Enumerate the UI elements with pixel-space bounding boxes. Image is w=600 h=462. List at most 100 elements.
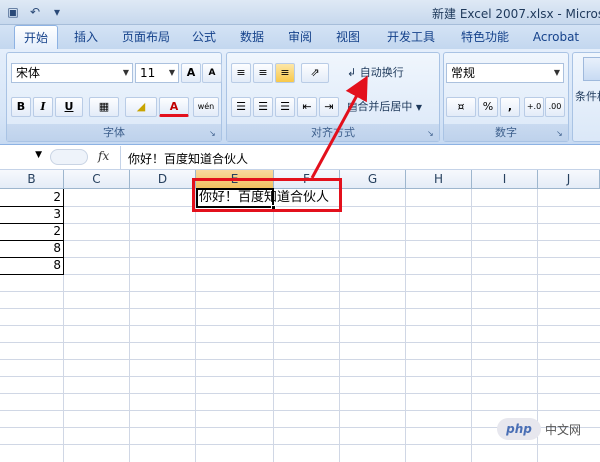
column-header-b[interactable]: B xyxy=(0,170,64,189)
column-header-j[interactable]: J xyxy=(538,170,600,189)
chevron-down-icon: ▼ xyxy=(122,68,129,77)
align-middle-icon[interactable]: ≡ xyxy=(253,63,273,83)
column-header-h[interactable]: H xyxy=(406,170,472,189)
align-left-icon[interactable]: ☰ xyxy=(231,97,251,117)
formula-bar: ▼ fx 你好！百度知道合伙人 xyxy=(0,146,600,170)
dialog-launcher-icon[interactable]: ↘ xyxy=(556,129,566,139)
font-size-value: 11 xyxy=(140,66,156,80)
grow-font-button[interactable]: A xyxy=(181,63,201,83)
chevron-down-icon: ▼ xyxy=(168,68,175,77)
currency-button[interactable]: ¤ xyxy=(446,97,476,117)
conditional-format-icon xyxy=(583,57,600,81)
fill-color-button[interactable]: ◢ xyxy=(125,97,157,117)
font-group-label: 字体 xyxy=(7,124,221,141)
column-header-c[interactable]: C xyxy=(64,170,130,189)
conditional-format-button[interactable]: 条件格 xyxy=(575,87,600,107)
column-header-d[interactable]: D xyxy=(130,170,196,189)
alignment-group-label: 对齐方式 xyxy=(227,124,439,141)
cell-b4[interactable]: 8 xyxy=(0,240,64,257)
border-button[interactable]: ▦ xyxy=(89,97,119,117)
align-center-icon[interactable]: ☰ xyxy=(253,97,273,117)
quick-access-toolbar: ▣ ↶ ▾ xyxy=(4,3,66,21)
grid-line xyxy=(0,291,600,292)
bold-button[interactable]: B xyxy=(11,97,31,117)
font-size-select[interactable]: 11 ▼ xyxy=(135,63,179,83)
phonetic-button[interactable]: wén xyxy=(193,97,219,117)
grid-line xyxy=(0,223,600,224)
tab-page-layout[interactable]: 页面布局 xyxy=(114,25,178,49)
italic-button[interactable]: I xyxy=(33,97,53,117)
wrap-text-icon: ↲ xyxy=(347,66,357,79)
merge-icon: ▤ xyxy=(347,100,358,113)
styles-group: 条件格 xyxy=(572,52,600,142)
chevron-down-icon: ▼ xyxy=(35,150,42,160)
watermark-text: 中文网 xyxy=(545,422,582,437)
grid-line xyxy=(0,274,600,275)
title-bar: ▣ ↶ ▾ 新建 Excel 2007.xlsx - Microsoft xyxy=(0,0,600,25)
number-group-label: 数字 xyxy=(444,124,568,141)
decrease-decimal-icon[interactable]: .00 xyxy=(545,97,565,117)
cell-b5[interactable]: 8 xyxy=(0,257,64,274)
font-name-value: 宋体 xyxy=(16,66,41,80)
cell-b2[interactable]: 3 xyxy=(0,206,64,223)
grid-line xyxy=(0,359,600,360)
border-icon: ▦ xyxy=(98,100,110,113)
tab-formulas[interactable]: 公式 xyxy=(184,25,224,49)
percent-button[interactable]: % xyxy=(478,97,498,117)
grid-line xyxy=(0,325,600,326)
tab-data[interactable]: 数据 xyxy=(232,25,272,49)
save-icon[interactable]: ▣ xyxy=(4,3,22,21)
grid-line xyxy=(0,410,600,411)
undo-icon[interactable]: ↶ xyxy=(26,3,44,21)
orientation-icon[interactable]: ⇗ xyxy=(301,63,329,83)
font-color-button[interactable]: A xyxy=(159,97,189,117)
merge-center-button[interactable]: ▤合并后居中 ▼ xyxy=(347,97,422,117)
column-header-i[interactable]: I xyxy=(472,170,538,189)
formula-bar-splitter[interactable] xyxy=(50,149,88,165)
insert-function-button[interactable]: fx xyxy=(98,149,109,163)
grid-line xyxy=(0,308,600,309)
column-header-g[interactable]: G xyxy=(340,170,406,189)
dialog-launcher-icon[interactable]: ↘ xyxy=(427,129,437,139)
tab-developer[interactable]: 开发工具 xyxy=(378,25,444,49)
tab-home[interactable]: 开始 xyxy=(14,25,58,49)
shrink-font-button[interactable]: A xyxy=(202,63,222,83)
formula-input[interactable]: 你好！百度知道合伙人 xyxy=(128,150,248,167)
align-bottom-icon[interactable]: ≡ xyxy=(275,63,295,83)
name-box[interactable]: ▼ xyxy=(0,148,44,167)
tab-insert[interactable]: 插入 xyxy=(64,25,108,49)
tab-special[interactable]: 特色功能 xyxy=(452,25,518,49)
php-logo: php xyxy=(497,418,541,440)
font-name-select[interactable]: 宋体 ▼ xyxy=(11,63,133,83)
align-right-icon[interactable]: ☰ xyxy=(275,97,295,117)
increase-decimal-icon[interactable]: +.0 xyxy=(524,97,544,117)
dropdown-icon[interactable]: ▾ xyxy=(48,3,66,21)
number-format-select[interactable]: 常规 ▼ xyxy=(446,63,564,83)
cell-b3[interactable]: 2 xyxy=(0,223,64,240)
grid-line xyxy=(0,342,600,343)
grid-line xyxy=(0,257,600,258)
chevron-down-icon: ▼ xyxy=(553,68,560,77)
alignment-group: ≡ ≡ ≡ ⇗ ☰ ☰ ☰ ⇤ ⇥ ↲ 自动换行 ▤合并后居中 ▼ 对齐方式 ↘ xyxy=(226,52,440,142)
comma-button[interactable]: , xyxy=(500,97,520,117)
increase-indent-icon[interactable]: ⇥ xyxy=(319,97,339,117)
tab-acrobat[interactable]: Acrobat xyxy=(526,25,586,49)
wrap-text-button[interactable]: ↲ 自动换行 xyxy=(347,63,404,83)
paint-bucket-icon: ◢ xyxy=(136,100,146,113)
merge-center-label: 合并后居中 xyxy=(357,100,413,113)
tab-view[interactable]: 视图 xyxy=(328,25,368,49)
window-title: 新建 Excel 2007.xlsx - Microsoft xyxy=(432,7,600,21)
grid-line xyxy=(0,240,600,241)
chevron-down-icon: ▼ xyxy=(415,103,423,112)
grid-line xyxy=(0,444,600,445)
tab-review[interactable]: 审阅 xyxy=(280,25,320,49)
underline-button[interactable]: U xyxy=(55,97,83,117)
align-top-icon[interactable]: ≡ xyxy=(231,63,251,83)
number-format-value: 常规 xyxy=(451,66,476,80)
ribbon: 宋体 ▼ 11 ▼ A A B I U ▦ ◢ A wén 字体 ↘ ≡ ≡ ≡ ⇗… xyxy=(0,49,600,145)
annotation-highlight-box xyxy=(192,178,342,212)
number-group: 常规 ▼ ¤ % , +.0 .00 数字 ↘ xyxy=(443,52,569,142)
dialog-launcher-icon[interactable]: ↘ xyxy=(209,129,219,139)
cell-b1[interactable]: 2 xyxy=(0,189,64,206)
decrease-indent-icon[interactable]: ⇤ xyxy=(297,97,317,117)
